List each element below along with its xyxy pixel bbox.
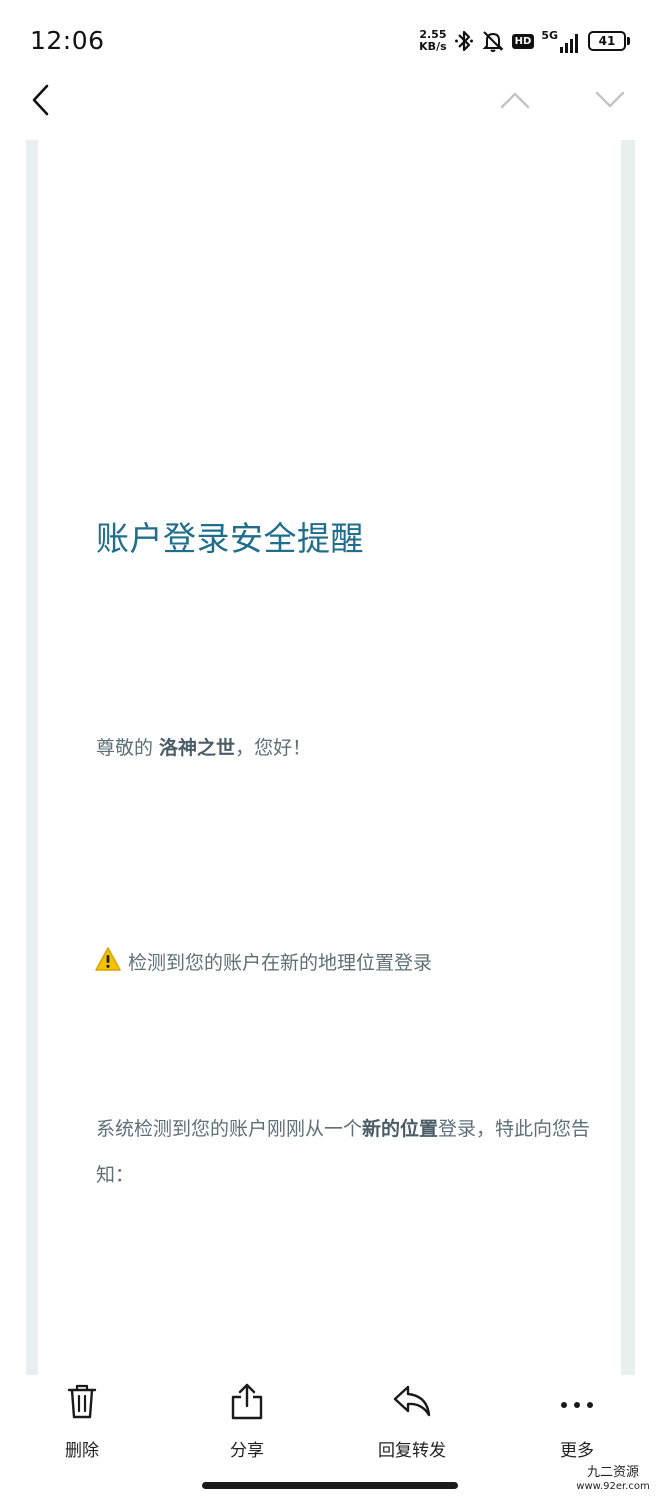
cellular-signal: 5G (541, 30, 581, 53)
greeting-line: 尊敬的 洛神之世，您好！ (96, 733, 311, 760)
email-content-frame[interactable]: 账户登录安全提醒 尊敬的 洛神之世，您好！ 检测到您的账户在新的地理位置登录 系… (26, 140, 635, 1375)
hd-badge: HD (511, 33, 535, 49)
chevron-up-icon (500, 91, 530, 113)
battery-icon: 41 (588, 31, 630, 51)
more-dots-icon (560, 1394, 594, 1413)
body-text-highlight: 新的位置 (362, 1118, 439, 1140)
trash-icon (67, 1383, 97, 1423)
greeting-prefix: 尊敬的 (96, 737, 160, 759)
delete-button[interactable]: 删除 (32, 1382, 132, 1464)
reply-icon (392, 1384, 432, 1422)
network-speed-unit: KB/s (419, 40, 447, 53)
network-speed: 2.55 KB/s (419, 29, 446, 53)
reply-forward-button[interactable]: 回复转发 (362, 1382, 462, 1464)
watermark-url: www.92er.com (576, 1481, 650, 1492)
signal-bars-icon (559, 33, 581, 53)
greeting-suffix: ，您好！ (235, 737, 312, 759)
reply-forward-label: 回复转发 (378, 1441, 446, 1461)
email-body-text: 系统检测到您的账户刚刚从一个新的位置登录，特此向您告知： (96, 1106, 596, 1198)
battery-level: 41 (588, 31, 626, 51)
body-text-part1: 系统检测到您的账户刚刚从一个 (96, 1118, 363, 1140)
mute-bell-icon (481, 29, 505, 53)
alert-text: 检测到您的账户在新的地理位置登录 (128, 952, 433, 974)
watermark: 九二资源 www.92er.com (573, 1466, 653, 1494)
share-icon (230, 1382, 264, 1424)
nav-bar (0, 84, 658, 140)
status-icons: 2.55 KB/s HD 5G 41 (419, 26, 630, 56)
status-time: 12:06 (30, 26, 105, 55)
status-bar: 12:06 2.55 KB/s HD 5G 41 (0, 0, 658, 84)
delete-label: 删除 (65, 1441, 99, 1461)
more-button[interactable]: 更多 (527, 1382, 627, 1464)
bottom-toolbar: 删除 分享 回复转发 更多 (0, 1382, 658, 1472)
bluetooth-icon (454, 29, 474, 53)
home-indicator[interactable] (202, 1482, 458, 1489)
alert-line: 检测到您的账户在新的地理位置登录 (94, 946, 432, 977)
email-body-card: 账户登录安全提醒 尊敬的 洛神之世，您好！ 检测到您的账户在新的地理位置登录 系… (38, 140, 621, 1375)
chevron-down-icon (595, 91, 625, 113)
chevron-left-icon (31, 84, 51, 120)
share-button[interactable]: 分享 (197, 1382, 297, 1464)
previous-email-button[interactable] (498, 88, 532, 116)
network-type-label: 5G (541, 28, 558, 42)
watermark-name: 九二资源 (586, 1465, 639, 1480)
back-button[interactable] (24, 84, 58, 120)
share-label: 分享 (230, 1441, 264, 1461)
next-email-button[interactable] (593, 88, 627, 116)
warning-icon (94, 946, 122, 977)
email-title: 账户登录安全提醒 (96, 519, 364, 558)
more-label: 更多 (560, 1441, 594, 1461)
username: 洛神之世 (159, 737, 236, 759)
